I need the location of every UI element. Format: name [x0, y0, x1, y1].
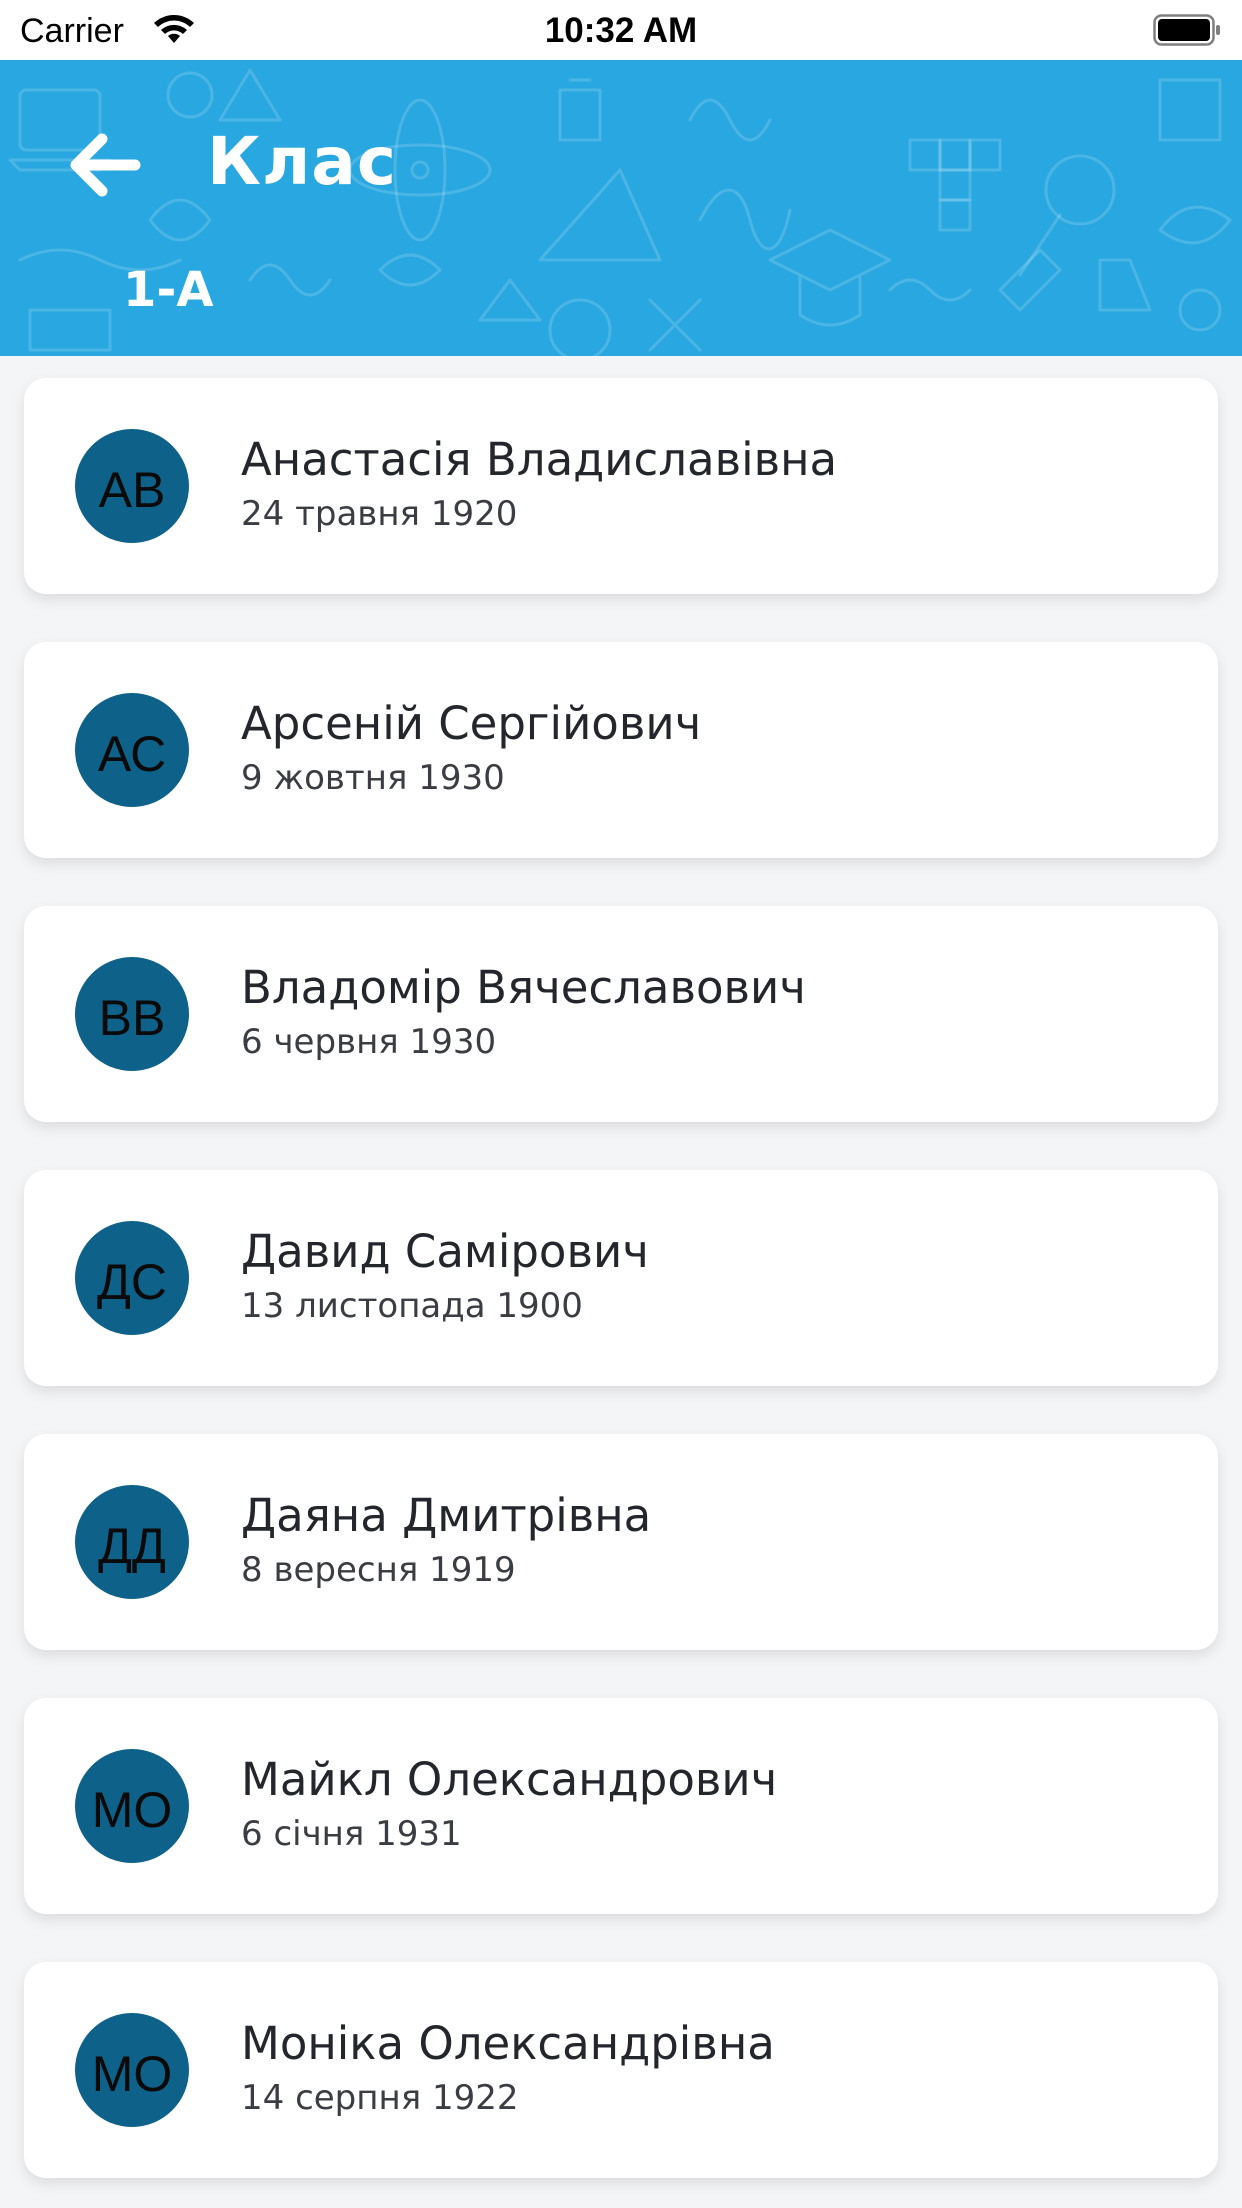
avatar-initials: АВ	[98, 462, 166, 518]
clock: 10:32 AM	[544, 11, 698, 50]
student-birthdate: 6 червня 1930	[241, 1022, 497, 1062]
list-item[interactable]: ВВ Владомір Вячеславович 6 червня 1930	[24, 906, 1218, 1122]
student-name: Анастасія Владиславівна	[241, 433, 838, 486]
student-name: Моніка Олександрівна	[241, 2017, 775, 2070]
avatar: ВВ	[75, 957, 189, 1071]
avatar-initials: ВВ	[98, 990, 166, 1046]
avatar: МО	[75, 2013, 189, 2127]
avatar-initials: МО	[91, 2046, 173, 2102]
class-name: 1-А	[123, 262, 214, 318]
list-item[interactable]: ДС Давид Самірович 13 листопада 1900	[24, 1170, 1218, 1386]
avatar-initials: ДС	[97, 1254, 167, 1310]
list-item[interactable]: ДД Даяна Дмитрівна 8 вересня 1919	[24, 1434, 1218, 1650]
avatar: ДС	[75, 1221, 189, 1335]
student-birthdate: 24 травня 1920	[241, 494, 518, 534]
status-bar: Carrier 10:32 AM	[0, 0, 1242, 60]
avatar-initials: ДД	[98, 1518, 166, 1574]
student-birthdate: 6 січня 1931	[241, 1814, 462, 1854]
student-birthdate: 14 серпня 1922	[241, 2078, 519, 2118]
back-button[interactable]	[60, 120, 150, 210]
screen: Carrier 10:32 AM Клас 1-А АВ Анастасія В…	[0, 0, 1242, 2208]
header-bar: Клас 1-А	[0, 60, 1242, 356]
avatar: МО	[75, 1749, 189, 1863]
arrow-left-icon	[70, 133, 141, 197]
avatar-initials: МО	[91, 1782, 173, 1838]
student-name: Арсеній Сергійович	[241, 697, 702, 750]
avatar-initials: АС	[97, 726, 167, 782]
student-name: Даяна Дмитрівна	[241, 1489, 652, 1542]
student-name: Владомір Вячеславович	[241, 961, 806, 1014]
list-item[interactable]: МО Майкл Олександрович 6 січня 1931	[24, 1698, 1218, 1914]
page-title: Клас	[207, 123, 397, 200]
student-birthdate: 13 листопада 1900	[241, 1286, 583, 1326]
list-item[interactable]: МО Моніка Олександрівна 14 серпня 1922	[24, 1962, 1218, 2178]
student-name: Майкл Олександрович	[241, 1753, 778, 1806]
battery-icon	[1153, 14, 1221, 46]
avatar: АС	[75, 693, 189, 807]
student-birthdate: 8 вересня 1919	[241, 1550, 516, 1590]
student-name: Давид Самірович	[241, 1225, 649, 1278]
student-birthdate: 9 жовтня 1930	[241, 758, 505, 798]
list-item[interactable]: АС Арсеній Сергійович 9 жовтня 1930	[24, 642, 1218, 858]
avatar: ДД	[75, 1485, 189, 1599]
list-item[interactable]: АВ Анастасія Владиславівна 24 травня 192…	[24, 378, 1218, 594]
avatar: АВ	[75, 429, 189, 543]
